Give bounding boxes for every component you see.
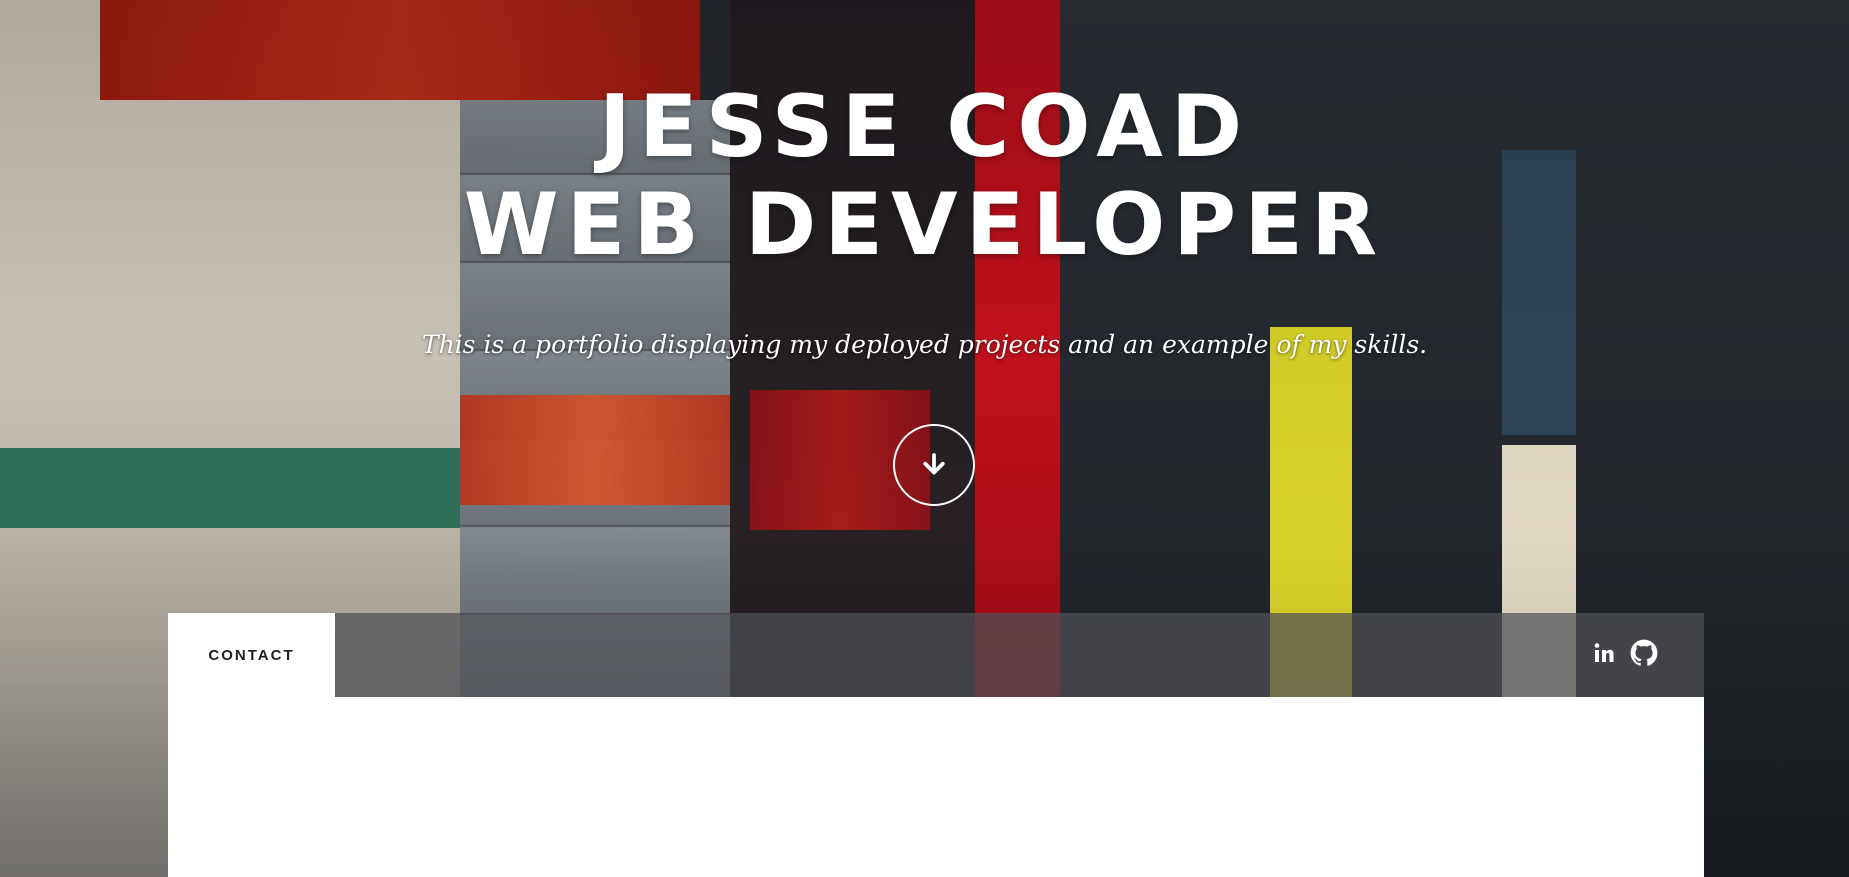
linkedin-link[interactable]	[1592, 641, 1616, 669]
nav-contact-tab[interactable]: CONTACT	[168, 613, 335, 697]
hero-title-line-2: WEB DEVELOPER	[463, 175, 1386, 275]
github-icon	[1630, 639, 1658, 666]
hero-title-line-1: JESSE COAD	[598, 77, 1251, 177]
nav-bar: CONTACT	[168, 613, 1704, 697]
scroll-down-button[interactable]	[893, 424, 975, 506]
social-links	[1592, 639, 1658, 671]
hero-title: JESSE COAD WEB DEVELOPER	[0, 78, 1849, 274]
linkedin-icon	[1594, 643, 1614, 662]
arrow-down-icon	[923, 453, 945, 475]
hero-section: JESSE COAD WEB DEVELOPER This is a portf…	[0, 0, 1849, 877]
hero-subtitle: This is a portfolio displaying my deploy…	[421, 330, 1428, 359]
github-link[interactable]	[1630, 639, 1658, 671]
content-panel	[168, 697, 1704, 877]
